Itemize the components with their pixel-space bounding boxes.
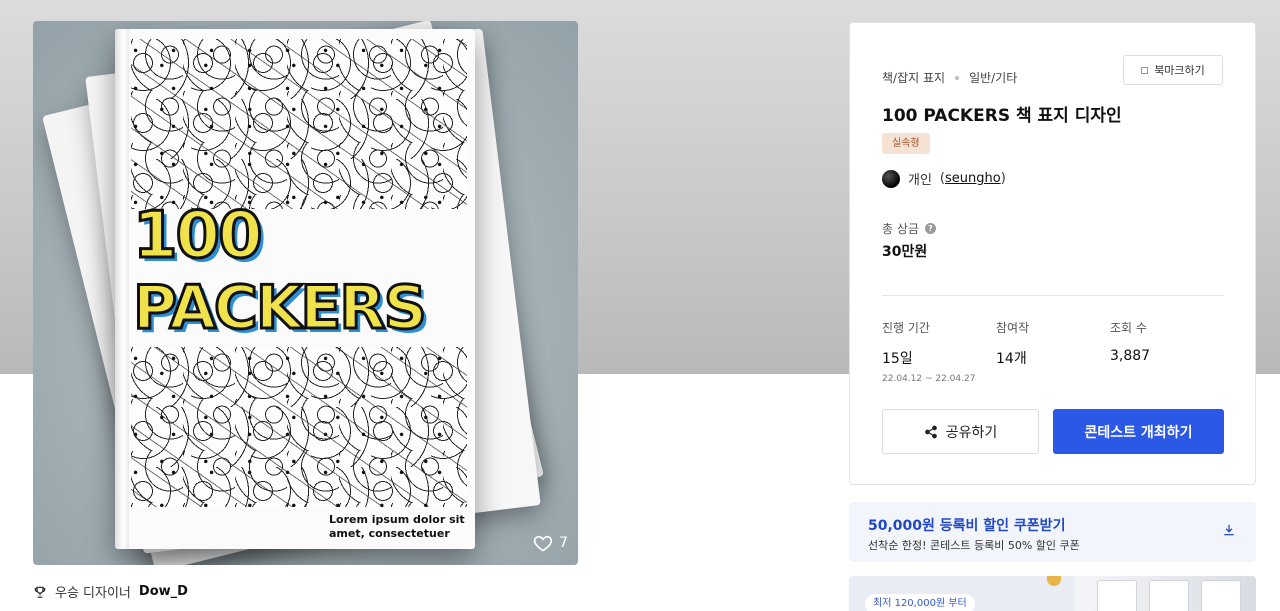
contest-owner: 개인 (seungho)	[882, 169, 1006, 188]
coupon-title: 50,000원 등록비 할인 쿠폰받기	[868, 518, 1066, 534]
breadcrumb-category[interactable]: 책/잡지 표지	[882, 69, 945, 86]
device-mockup-image	[1149, 580, 1189, 611]
trophy-icon	[34, 586, 46, 598]
like-count: 7	[559, 535, 568, 551]
cover-title-number: 100	[132, 198, 265, 275]
plan-badge: 실속형	[882, 133, 930, 154]
stat-participants-label: 참여작	[996, 321, 1030, 335]
help-icon[interactable]: ?	[924, 223, 936, 234]
download-icon[interactable]	[1222, 522, 1236, 538]
book-cover: 100 PACKERS Lorem ipsum dolor sit amet, …	[115, 29, 475, 549]
cover-subtitle: Lorem ipsum dolor sit amet, consectetuer	[329, 513, 465, 540]
heart-icon	[533, 535, 553, 552]
bookmark-button[interactable]: 북마크하기	[1123, 55, 1223, 85]
bookmark-label: 북마크하기	[1154, 64, 1205, 77]
winner-designer: 우승 디자이너 Dow_D	[33, 582, 188, 601]
stat-participants-value: 14개	[996, 351, 1027, 367]
coupon-banner[interactable]: 50,000원 등록비 할인 쿠폰받기 선착순 한정! 콘테스트 등록비 50%…	[849, 502, 1256, 562]
breadcrumb-separator	[955, 75, 960, 80]
stat-participants: 참여작 14개	[996, 319, 1029, 368]
winner-name[interactable]: Dow_D	[139, 584, 188, 599]
share-icon	[924, 425, 937, 438]
stat-period-label: 진행 기간	[882, 321, 930, 335]
stat-views-label: 조회 수	[1110, 321, 1147, 335]
winner-label: 우승 디자이너	[55, 586, 131, 601]
share-label: 공유하기	[945, 424, 998, 441]
contest-title: 100 PACKERS 책 표지 디자인	[882, 106, 1122, 126]
prize-label: 총 상금 ?	[882, 220, 936, 237]
promo-banner[interactable]: 최저 120,000원 부터	[849, 576, 1256, 611]
prize-label-text: 총 상금	[882, 222, 919, 236]
share-button[interactable]: 공유하기	[882, 409, 1039, 454]
device-mockup-image	[1201, 580, 1241, 611]
coin-icon	[1047, 576, 1061, 586]
owner-username-link[interactable]: seungho	[945, 171, 1001, 186]
owner-avatar	[882, 169, 900, 188]
device-mockup-image	[1097, 580, 1137, 611]
stat-views: 조회 수 3,887	[1110, 319, 1150, 364]
promo-price-tag: 최저 120,000원 부터	[865, 594, 975, 611]
stat-period: 진행 기간 15일 22.04.12 ~ 22.04.27	[882, 319, 975, 384]
owner-type: 개인	[908, 173, 932, 188]
cover-illustration-top	[131, 39, 467, 209]
contest-artwork-image[interactable]: 100 PACKERS Lorem ipsum dolor sit amet, …	[33, 21, 578, 565]
prize-value: 30만원	[882, 244, 928, 260]
stat-period-value: 15일	[882, 351, 913, 367]
like-button[interactable]: 7	[533, 533, 568, 553]
cover-illustration-bottom	[131, 347, 467, 507]
bookmark-icon	[1141, 66, 1149, 74]
breadcrumb-subcategory[interactable]: 일반/기타	[969, 69, 1017, 86]
cover-title-word: PACKERS	[132, 272, 429, 345]
stat-period-dates: 22.04.12 ~ 22.04.27	[882, 374, 976, 384]
host-contest-button[interactable]: 콘테스트 개최하기	[1053, 409, 1224, 454]
divider	[882, 295, 1224, 296]
breadcrumb: 책/잡지 표지 일반/기타	[882, 69, 1017, 86]
book-spine	[115, 29, 129, 549]
contest-detail-card: 책/잡지 표지 일반/기타 북마크하기 100 PACKERS 책 표지 디자인…	[849, 22, 1256, 485]
coupon-subtitle: 선착순 한정! 콘테스트 등록비 50% 할인 쿠폰	[868, 539, 1080, 552]
stat-views-value: 3,887	[1110, 348, 1151, 364]
